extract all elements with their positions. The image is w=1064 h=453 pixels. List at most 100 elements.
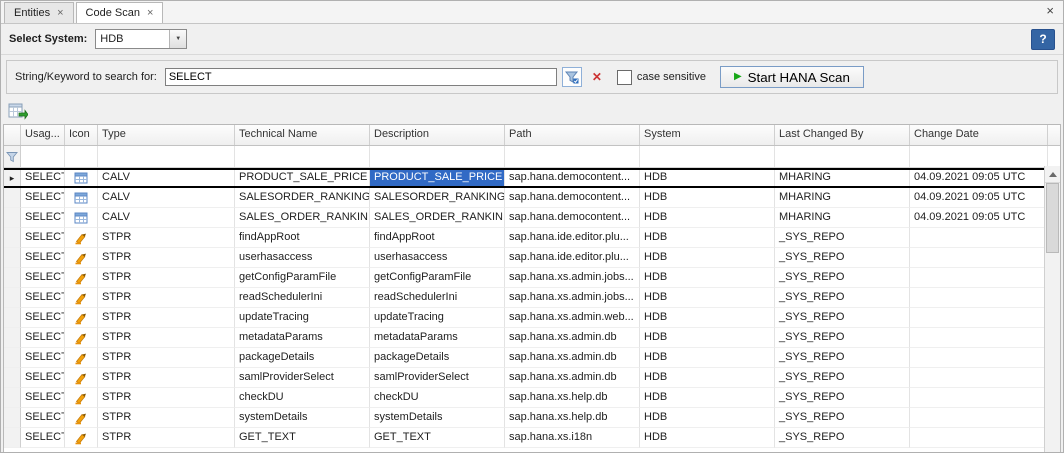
apply-filter-icon[interactable] [562,67,582,87]
cell-change_date[interactable] [910,288,1048,308]
column-header-technical_name[interactable]: Technical Name [235,125,370,145]
table-row[interactable]: SELECTSTPRmetadataParamsmetadataParamssa… [4,328,1060,348]
cell-usage[interactable]: SELECT [21,308,65,328]
cell-path[interactable]: sap.hana.xs.help.db [505,388,640,408]
cell-description[interactable]: SALESORDER_RANKING... [370,188,505,208]
cell-change_date[interactable]: 04.09.2021 09:05 UTC [910,188,1048,208]
clear-filter-icon[interactable]: ✕ [587,67,607,87]
cell-path[interactable]: sap.hana.democontent... [505,188,640,208]
cell-usage[interactable]: SELECT [21,268,65,288]
cell-change_date[interactable] [910,268,1048,288]
cell-last_changed_by[interactable]: _SYS_REPO [775,268,910,288]
cell-path[interactable]: sap.hana.xs.i18n [505,428,640,448]
cell-last_changed_by[interactable]: _SYS_REPO [775,428,910,448]
start-hana-scan-button[interactable]: ▶ Start HANA Scan [720,66,864,88]
cell-type[interactable]: CALV [98,208,235,228]
case-sensitive-checkbox[interactable] [617,70,632,85]
cell-usage[interactable]: SELECT [21,388,65,408]
cell-last_changed_by[interactable]: _SYS_REPO [775,348,910,368]
table-row[interactable]: SELECTSTPRupdateTracingupdateTracingsap.… [4,308,1060,328]
cell-type[interactable]: STPR [98,368,235,388]
column-header-last_changed_by[interactable]: Last Changed By [775,125,910,145]
procedure-icon[interactable] [65,348,98,368]
cell-change_date[interactable] [910,388,1048,408]
cell-change_date[interactable] [910,428,1048,448]
cell-technical_name[interactable]: userhasaccess [235,248,370,268]
procedure-icon[interactable] [65,428,98,448]
cell-system[interactable]: HDB [640,308,775,328]
cell-usage[interactable]: SELECT [21,208,65,228]
cell-technical_name[interactable]: metadataParams [235,328,370,348]
tab-code-scan[interactable]: Code Scan × [76,2,164,23]
cell-type[interactable]: STPR [98,408,235,428]
cell-path[interactable]: sap.hana.xs.admin.db [505,328,640,348]
cell-last_changed_by[interactable]: _SYS_REPO [775,288,910,308]
cell-system[interactable]: HDB [640,388,775,408]
cell-system[interactable]: HDB [640,368,775,388]
cell-last_changed_by[interactable]: _SYS_REPO [775,368,910,388]
cell-technical_name[interactable]: checkDU [235,388,370,408]
cell-path[interactable]: sap.hana.democontent... [505,208,640,228]
cell-usage[interactable]: SELECT [21,428,65,448]
cell-system[interactable]: HDB [640,208,775,228]
procedure-icon[interactable] [65,288,98,308]
cell-system[interactable]: HDB [640,228,775,248]
tab-entities[interactable]: Entities × [4,2,74,23]
cell-type[interactable]: STPR [98,248,235,268]
cell-type[interactable]: STPR [98,348,235,368]
cell-description[interactable]: findAppRoot [370,228,505,248]
table-row[interactable]: SELECTCALVSALESORDER_RANKING...SALESORDE… [4,188,1060,208]
table-row[interactable]: SELECTSTPRGET_TEXTGET_TEXTsap.hana.xs.i1… [4,428,1060,448]
cell-path[interactable]: sap.hana.ide.editor.plu... [505,228,640,248]
procedure-icon[interactable] [65,328,98,348]
system-select[interactable]: HDB ▼ [95,29,187,49]
cell-usage[interactable]: SELECT [21,368,65,388]
cell-technical_name[interactable]: PRODUCT_SALE_PRICE [235,170,370,186]
cell-last_changed_by[interactable]: _SYS_REPO [775,228,910,248]
cell-technical_name[interactable]: updateTracing [235,308,370,328]
cell-type[interactable]: STPR [98,428,235,448]
table-row[interactable]: SELECTSTPRsystemDetailssystemDetailssap.… [4,408,1060,428]
cell-description[interactable]: packageDetails [370,348,505,368]
cell-usage[interactable]: SELECT [21,188,65,208]
cell-description[interactable]: samlProviderSelect [370,368,505,388]
column-header-type[interactable]: Type [98,125,235,145]
cell-type[interactable]: STPR [98,328,235,348]
cell-description[interactable]: PRODUCT_SALE_PRICE [370,170,505,186]
cell-type[interactable]: STPR [98,268,235,288]
calcview-icon[interactable] [65,170,98,186]
cell-system[interactable]: HDB [640,248,775,268]
cell-type[interactable]: STPR [98,288,235,308]
calcview-icon[interactable] [65,208,98,228]
cell-technical_name[interactable]: findAppRoot [235,228,370,248]
cell-technical_name[interactable]: readSchedulerIni [235,288,370,308]
cell-system[interactable]: HDB [640,188,775,208]
cell-type[interactable]: STPR [98,308,235,328]
cell-system[interactable]: HDB [640,268,775,288]
cell-last_changed_by[interactable]: MHARING [775,170,910,186]
table-row[interactable]: SELECTSTPRfindAppRootfindAppRootsap.hana… [4,228,1060,248]
cell-path[interactable]: sap.hana.xs.admin.db [505,368,640,388]
cell-technical_name[interactable]: GET_TEXT [235,428,370,448]
cell-path[interactable]: sap.hana.xs.help.db [505,408,640,428]
procedure-icon[interactable] [65,368,98,388]
cell-last_changed_by[interactable]: MHARING [775,188,910,208]
cell-system[interactable]: HDB [640,408,775,428]
cell-technical_name[interactable]: getConfigParamFile [235,268,370,288]
filter-cell-icon[interactable] [65,146,98,167]
cell-usage[interactable]: SELECT [21,288,65,308]
help-button[interactable]: ? [1031,29,1055,50]
cell-change_date[interactable]: 04.09.2021 09:05 UTC [910,170,1048,186]
cell-usage[interactable]: SELECT [21,348,65,368]
cell-description[interactable]: metadataParams [370,328,505,348]
cell-last_changed_by[interactable]: _SYS_REPO [775,388,910,408]
scroll-up-button[interactable] [1045,166,1060,183]
cell-system[interactable]: HDB [640,428,775,448]
cell-path[interactable]: sap.hana.xs.admin.db [505,348,640,368]
column-header-change_date[interactable]: Change Date [910,125,1048,145]
cell-system[interactable]: HDB [640,328,775,348]
procedure-icon[interactable] [65,268,98,288]
cell-system[interactable]: HDB [640,170,775,186]
column-header-description[interactable]: Description [370,125,505,145]
cell-technical_name[interactable]: packageDetails [235,348,370,368]
